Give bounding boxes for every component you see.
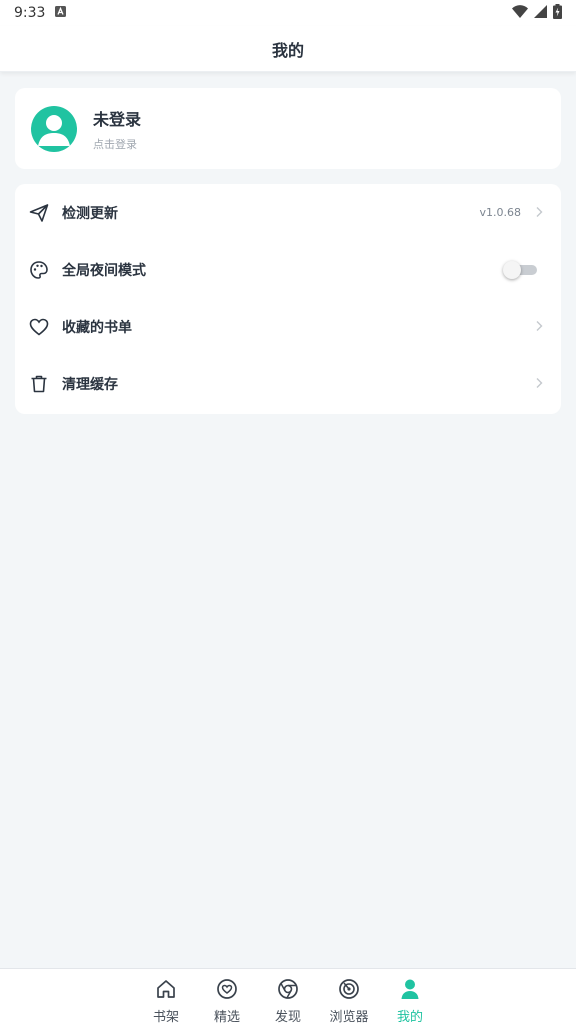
chevron-right-icon [535, 317, 543, 336]
chevron-right-icon [535, 374, 543, 393]
menu-item-label: 清理缓存 [62, 376, 118, 393]
paper-plane-icon [29, 203, 49, 223]
user-avatar-icon[interactable] [31, 105, 77, 152]
page-title: 我的 [271, 40, 304, 60]
menu-item-right [535, 317, 543, 336]
profile-name: 未登录 [93, 109, 142, 129]
battery-charging-icon [553, 3, 562, 23]
nav-item-featured[interactable]: 精选 [197, 978, 258, 1024]
status-left: 9:33 [14, 5, 67, 21]
heart-icon [29, 317, 49, 337]
heart-circle-icon [216, 978, 238, 1004]
profile-card[interactable]: 未登录 点击登录 [15, 88, 561, 169]
login-prompt[interactable]: 点击登录 [93, 136, 141, 152]
nav-item-label: 精选 [213, 1010, 240, 1024]
wifi-icon [512, 4, 528, 22]
signal-icon [534, 4, 547, 22]
night-mode-toggle[interactable] [503, 260, 537, 279]
menu-item-clear-cache[interactable]: 清理缓存 [15, 355, 561, 412]
status-right [512, 3, 562, 23]
menu-item-label: 全局夜间模式 [62, 262, 146, 279]
nav-item-label: 发现 [274, 1010, 301, 1024]
bottom-nav: 书架 精选 发现 浏览器 我的 [0, 968, 576, 1024]
nav-item-label: 我的 [396, 1010, 423, 1024]
menu-item-right [535, 374, 543, 393]
menu-item-label: 检测更新 [62, 205, 118, 222]
nav-item-bookshelf[interactable]: 书架 [136, 978, 197, 1024]
nav-item-browser[interactable]: 浏览器 [319, 978, 380, 1024]
status-time: 9:33 [14, 5, 46, 21]
page-header: 我的 [0, 26, 576, 72]
menu-item-favorite-booklists[interactable]: 收藏的书单 [15, 298, 561, 355]
a-notification-icon [55, 5, 67, 21]
profile-text: 未登录 点击登录 [93, 106, 141, 152]
settings-menu: 检测更新 v1.0.68 全局夜间模式 收藏的书单 清理缓存 [15, 184, 561, 414]
trash-icon [29, 374, 49, 394]
menu-item-right: v1.0.68 [480, 203, 544, 222]
toggle-knob [503, 260, 521, 279]
menu-item-label: 收藏的书单 [62, 319, 132, 336]
nav-item-discover[interactable]: 发现 [258, 978, 319, 1024]
home-icon [155, 978, 177, 1004]
status-bar: 9:33 [0, 0, 576, 26]
chevron-right-icon [535, 203, 543, 222]
nav-item-label: 书架 [152, 1010, 179, 1024]
menu-item-right [503, 260, 543, 279]
menu-item-night-mode[interactable]: 全局夜间模式 [15, 241, 561, 298]
palette-icon [29, 260, 49, 280]
target-icon [338, 978, 360, 1004]
chrome-icon [277, 978, 299, 1004]
version-text: v1.0.68 [479, 206, 522, 219]
nav-item-profile[interactable]: 我的 [380, 978, 441, 1024]
menu-item-check-update[interactable]: 检测更新 v1.0.68 [15, 184, 561, 241]
user-icon [399, 978, 421, 1004]
nav-item-label: 浏览器 [329, 1010, 369, 1024]
